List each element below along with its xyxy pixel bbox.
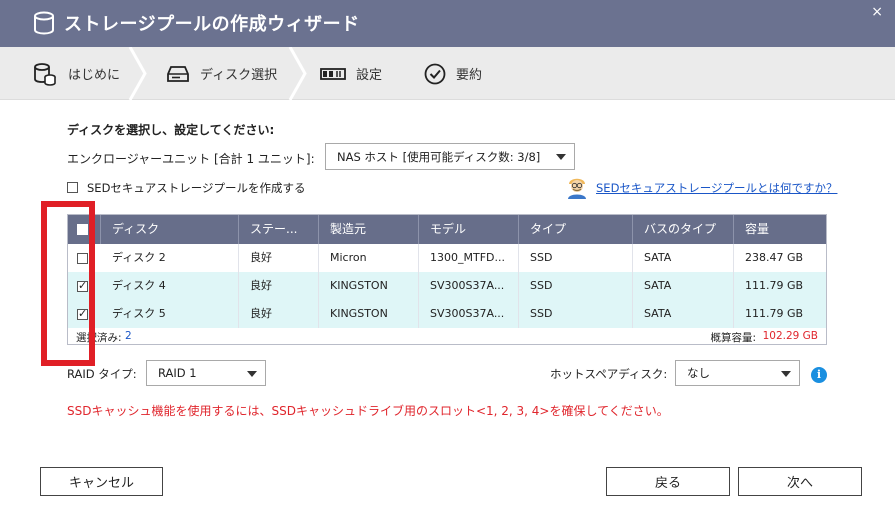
step-settings: 設定: [320, 47, 382, 100]
enclosure-label: エンクロージャーユニット [合計 1 ユニット]:: [67, 152, 315, 166]
helper-avatar-icon: [568, 178, 586, 199]
chevron-down-icon: [247, 371, 257, 377]
hot-spare-label: ホットスペアディスク:: [550, 367, 668, 381]
hot-spare-value: なし: [687, 366, 710, 380]
cell-capacity: 238.47 GB: [745, 251, 804, 264]
cell-status: 良好: [239, 272, 319, 300]
step-intro: はじめに: [32, 47, 120, 100]
highlight-box: [41, 201, 95, 366]
drive-icon: [167, 65, 189, 82]
database-icon: [34, 11, 54, 35]
cell-disk: ディスク 2: [101, 244, 239, 272]
step-summary: 要約: [424, 47, 482, 100]
cell-model: 1300_MTFD...: [419, 244, 519, 272]
settings-icon: [320, 67, 346, 80]
back-button[interactable]: 戻る: [606, 467, 730, 496]
cell-bus-type: SATA: [633, 244, 734, 272]
raid-type-label: RAID タイプ:: [67, 367, 137, 381]
selected-count-value: 2: [125, 330, 132, 342]
raid-type-select[interactable]: RAID 1: [146, 360, 266, 386]
hot-spare-select[interactable]: なし: [675, 360, 800, 386]
capacity-value: 102.29 GB: [762, 330, 818, 342]
next-button[interactable]: 次へ: [738, 467, 862, 496]
cell-model: SV300S37A...: [419, 300, 519, 328]
chevron-down-icon: [556, 154, 566, 160]
table-row[interactable]: ディスク 2 良好 Micron 1300_MTFD... SSD SATA 2…: [68, 244, 826, 272]
cell-bus-type: SATA: [633, 300, 734, 328]
info-icon[interactable]: i: [811, 367, 827, 383]
disk-table: ディスク ステー... 製造元 モデル タイプ バスのタイプ 容量 ディスク 2…: [67, 214, 827, 345]
table-row[interactable]: ディスク 5 良好 KINGSTON SV300S37A... SSD SATA…: [68, 300, 826, 328]
cell-vendor: Micron: [319, 244, 419, 272]
cell-vendor: KINGSTON: [319, 300, 419, 328]
step-label: ディスク選択: [200, 68, 278, 83]
check-circle-icon: [424, 63, 446, 84]
sed-label: SEDセキュアストレージプールを作成する: [87, 181, 306, 195]
sed-checkbox[interactable]: [67, 182, 78, 193]
cell-status: 良好: [239, 300, 319, 328]
cell-model: SV300S37A...: [419, 272, 519, 300]
enclosure-value: NAS ホスト [使用可能ディスク数: 3/8]: [337, 149, 541, 164]
wizard-steps: はじめに ディスク選択 設定 要約: [0, 47, 895, 100]
step-label: はじめに: [68, 68, 121, 83]
enclosure-select[interactable]: NAS ホスト [使用可能ディスク数: 3/8]: [325, 143, 575, 170]
table-header: ディスク ステー... 製造元 モデル タイプ バスのタイプ 容量: [68, 215, 826, 244]
cell-status: 良好: [239, 244, 319, 272]
col-type[interactable]: タイプ: [519, 215, 633, 244]
cell-capacity: 111.79 GB: [745, 279, 804, 292]
cell-bus-type: SATA: [633, 272, 734, 300]
window-title: ストレージプールの作成ウィザード: [64, 14, 360, 35]
cell-type: SSD: [519, 244, 633, 272]
col-disk[interactable]: ディスク: [101, 215, 239, 244]
ssd-cache-warning: SSDキャッシュ機能を使用するには、SSDキャッシュドライブ用のスロット<1, …: [67, 404, 669, 418]
instruction-text: ディスクを選択し、設定してください:: [67, 123, 275, 137]
step-separator: [128, 47, 147, 100]
col-vendor[interactable]: 製造元: [319, 215, 419, 244]
cell-vendor: KINGSTON: [319, 272, 419, 300]
col-bus-type[interactable]: バスのタイプ: [633, 215, 734, 244]
chevron-down-icon: [781, 371, 791, 377]
step-separator: [288, 47, 307, 100]
close-icon[interactable]: ×: [871, 4, 883, 20]
col-capacity[interactable]: 容量: [734, 215, 826, 244]
cell-disk: ディスク 4: [101, 272, 239, 300]
table-row[interactable]: ディスク 4 良好 KINGSTON SV300S37A... SSD SATA…: [68, 272, 826, 300]
capacity-label: 概算容量:: [710, 332, 756, 344]
title-bar: ストレージプールの作成ウィザード ×: [0, 0, 895, 47]
table-footer: 選択済み: 2 概算容量: 102.29 GB: [68, 329, 826, 345]
cell-type: SSD: [519, 272, 633, 300]
sed-help-link[interactable]: SEDセキュアストレージプールとは何ですか？: [596, 180, 837, 196]
database-icon: [34, 62, 56, 86]
step-label: 設定: [356, 68, 383, 83]
step-disk-select: ディスク選択: [166, 47, 277, 100]
cancel-button[interactable]: キャンセル: [40, 467, 163, 496]
raid-type-value: RAID 1: [158, 366, 197, 380]
cell-type: SSD: [519, 300, 633, 328]
cell-disk: ディスク 5: [101, 300, 239, 328]
step-label: 要約: [456, 68, 483, 83]
col-model[interactable]: モデル: [419, 215, 519, 244]
col-status[interactable]: ステー...: [239, 215, 319, 244]
cell-capacity: 111.79 GB: [745, 307, 804, 320]
